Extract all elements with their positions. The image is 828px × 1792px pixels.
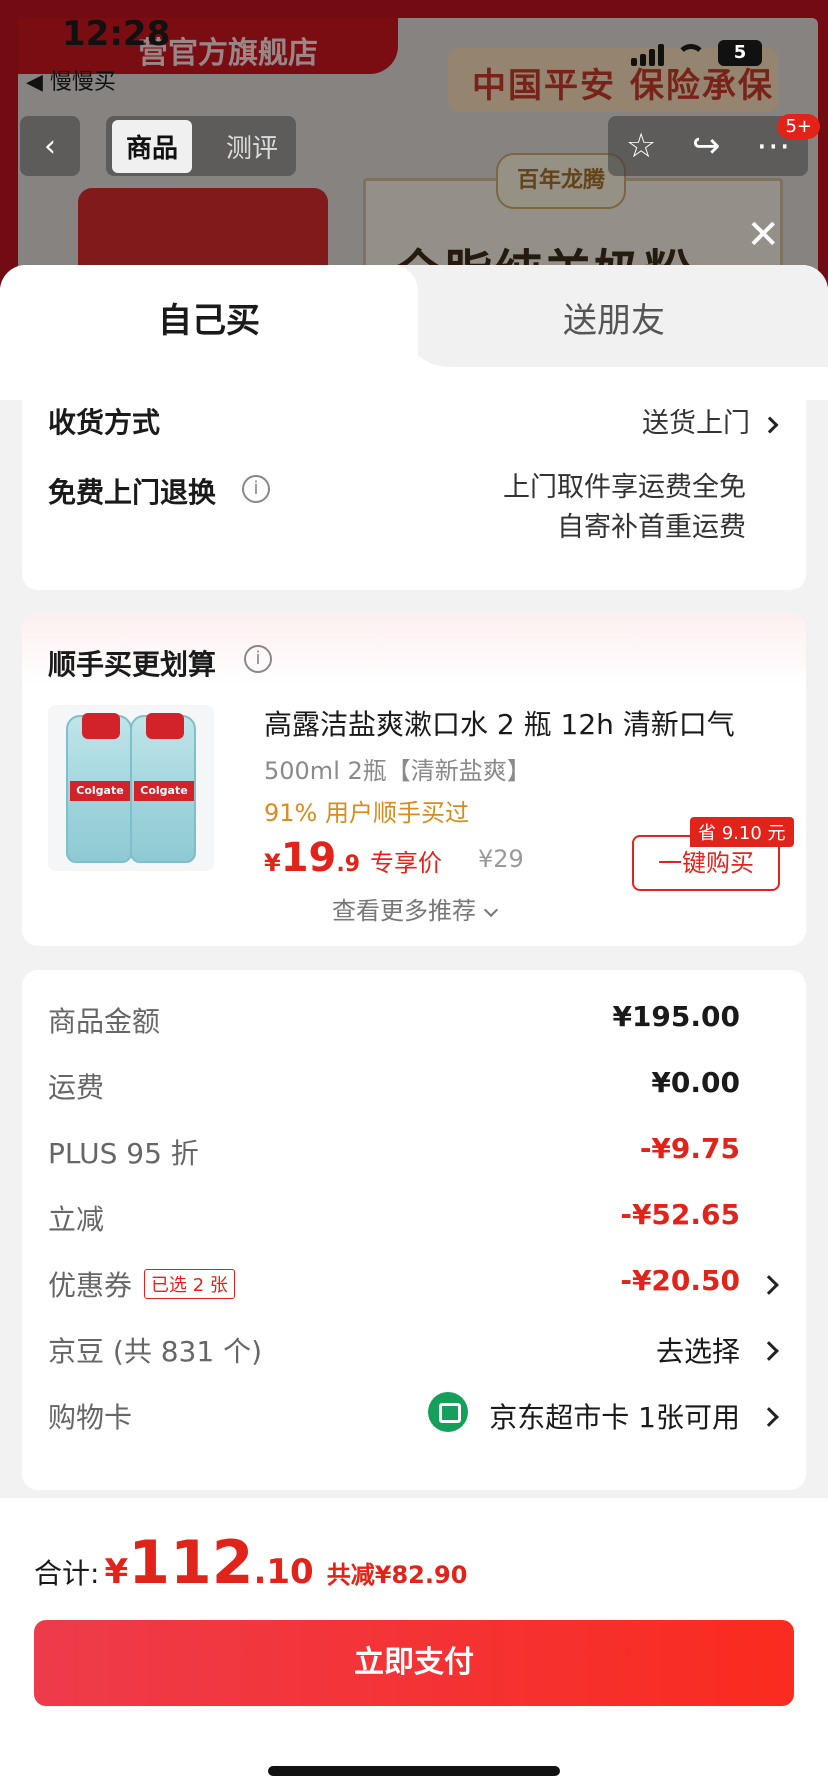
total-savings: 共减¥82.90 bbox=[326, 1561, 468, 1589]
free-return-label: 免费上门退换 bbox=[48, 476, 217, 509]
status-icons: 5 bbox=[631, 40, 762, 66]
price-integer: 19 bbox=[280, 835, 337, 881]
chevron-right-icon bbox=[759, 1341, 779, 1361]
summary-value: 京东超市卡 1张可用 bbox=[489, 1401, 740, 1434]
original-price: ¥29 bbox=[478, 845, 524, 873]
bottle-cap bbox=[82, 713, 120, 739]
total-currency: ¥ bbox=[104, 1552, 129, 1592]
more-recommend-link[interactable]: 查看更多推荐 bbox=[22, 891, 806, 926]
coupon-selected-chip: 已选 2 张 bbox=[144, 1269, 235, 1299]
summary-value: -¥20.50 bbox=[620, 1264, 740, 1297]
mouthwash-product-image[interactable]: Colgate Colgate bbox=[48, 705, 214, 871]
price-decimal: .9 bbox=[336, 852, 361, 877]
status-time: 12:28 bbox=[62, 14, 171, 54]
summary-value: ¥195.00 bbox=[612, 1000, 740, 1033]
bottle-graphic: Colgate bbox=[66, 713, 132, 863]
summary-label: 购物卡 bbox=[48, 1401, 133, 1434]
tab-review[interactable]: 测评 bbox=[214, 120, 290, 173]
back-to-app[interactable]: ◀ 慢慢买 bbox=[26, 64, 116, 96]
share-icon[interactable]: ↪ bbox=[692, 126, 721, 166]
free-return-line2: 自寄补首重运费 bbox=[557, 512, 746, 543]
summary-value: -¥9.75 bbox=[639, 1132, 740, 1165]
recommend-title: 顺手买更划算 bbox=[48, 648, 217, 681]
price-tag: 专享价 bbox=[370, 849, 443, 877]
summary-row-coupon[interactable]: 优惠券 已选 2 张 -¥20.50 bbox=[22, 1264, 806, 1314]
coupon-label: 优惠券 bbox=[48, 1269, 133, 1302]
free-return-line1: 上门取件享运费全免 bbox=[503, 472, 746, 503]
recommend-card: 顺手买更划算 i Colgate Colgate 高露洁盐爽漱口水 2 瓶 12… bbox=[22, 613, 806, 946]
summary-label: 商品金额 bbox=[48, 1005, 161, 1038]
recommend-price: ¥19.9 专享价 bbox=[264, 835, 442, 881]
more-recommend-text: 查看更多推荐 bbox=[332, 897, 476, 925]
home-indicator[interactable] bbox=[268, 1766, 560, 1776]
recommend-product-spec: 500ml 2瓶【清新盐爽】 bbox=[264, 757, 531, 785]
summary-value: 去选择 bbox=[655, 1335, 740, 1368]
page-tabs: 商品 测评 bbox=[106, 116, 296, 176]
tab-product[interactable]: 商品 bbox=[112, 119, 193, 173]
summary-label: 优惠券 已选 2 张 bbox=[48, 1264, 235, 1304]
recommend-bought-rate: 91% 用户顺手买过 bbox=[264, 799, 469, 827]
summary-row-plus: PLUS 95 折 -¥9.75 bbox=[22, 1132, 806, 1182]
summary-label: PLUS 95 折 bbox=[48, 1137, 199, 1170]
info-icon[interactable]: i bbox=[244, 645, 272, 673]
summary-value: -¥52.65 bbox=[620, 1198, 740, 1231]
summary-row-discount: 立减 -¥52.65 bbox=[22, 1198, 806, 1248]
bottle-brand: Colgate bbox=[134, 781, 194, 801]
chevron-right-icon bbox=[759, 1275, 779, 1295]
chevron-right-icon bbox=[759, 1407, 779, 1427]
summary-label: 立减 bbox=[48, 1203, 105, 1236]
tab-buy-self[interactable]: 自己买 bbox=[0, 293, 418, 342]
delivery-method-label: 收货方式 bbox=[48, 406, 161, 439]
signal-icon bbox=[631, 44, 664, 66]
shipping-card: 收货方式 送货上门 免费上门退换 i 上门取件享运费全免 自寄补首重运费 bbox=[22, 375, 806, 590]
supermarket-card-icon bbox=[428, 1392, 468, 1432]
delivery-method-value[interactable]: 送货上门 bbox=[642, 401, 779, 440]
tab-send-friend[interactable]: 送朋友 bbox=[400, 293, 828, 342]
save-badge: 省 9.10 元 bbox=[690, 817, 794, 847]
order-total: 合计: ¥112.10 共减¥82.90 bbox=[34, 1528, 467, 1598]
battery-icon: 5 bbox=[718, 40, 762, 66]
bottle-brand: Colgate bbox=[70, 781, 130, 801]
chevron-left-icon: ‹ bbox=[44, 128, 56, 164]
bottle-graphic: Colgate bbox=[130, 713, 196, 863]
recommend-product-name[interactable]: 高露洁盐爽漱口水 2 瓶 12h 清新口气 bbox=[264, 703, 735, 743]
total-integer: 112 bbox=[128, 1528, 254, 1598]
price-currency: ¥ bbox=[264, 849, 281, 877]
checkout-bottom-bar: 合计: ¥112.10 共减¥82.90 立即支付 bbox=[0, 1498, 828, 1792]
summary-label: 京豆 (共 831 个) bbox=[48, 1335, 262, 1368]
total-decimal: .10 bbox=[253, 1552, 314, 1592]
summary-label: 运费 bbox=[48, 1071, 105, 1104]
wifi-icon bbox=[676, 44, 706, 66]
summary-row-jingdou[interactable]: 京豆 (共 831 个) 去选择 bbox=[22, 1330, 806, 1380]
pay-now-button[interactable]: 立即支付 bbox=[34, 1620, 794, 1706]
price-summary-card: 商品金额 ¥195.00 运费 ¥0.00 PLUS 95 折 -¥9.75 立… bbox=[22, 970, 806, 1490]
info-icon[interactable]: i bbox=[242, 475, 270, 503]
summary-row-goods: 商品金额 ¥195.00 bbox=[22, 1000, 806, 1050]
bottle-cap bbox=[146, 713, 184, 739]
star-icon[interactable]: ☆ bbox=[626, 126, 656, 166]
delivery-method-text: 送货上门 bbox=[642, 408, 750, 439]
summary-row-giftcard[interactable]: 购物卡 京东超市卡 1张可用 bbox=[22, 1392, 806, 1446]
back-button[interactable]: ‹ bbox=[20, 116, 80, 176]
message-badge: 5+ bbox=[777, 114, 820, 139]
summary-row-shipping: 运费 ¥0.00 bbox=[22, 1066, 806, 1116]
chevron-down-icon bbox=[483, 902, 499, 918]
total-label: 合计: bbox=[34, 1557, 100, 1590]
close-icon[interactable]: ✕ bbox=[746, 212, 780, 258]
summary-value: ¥0.00 bbox=[651, 1066, 740, 1099]
chevron-right-icon bbox=[761, 416, 779, 433]
